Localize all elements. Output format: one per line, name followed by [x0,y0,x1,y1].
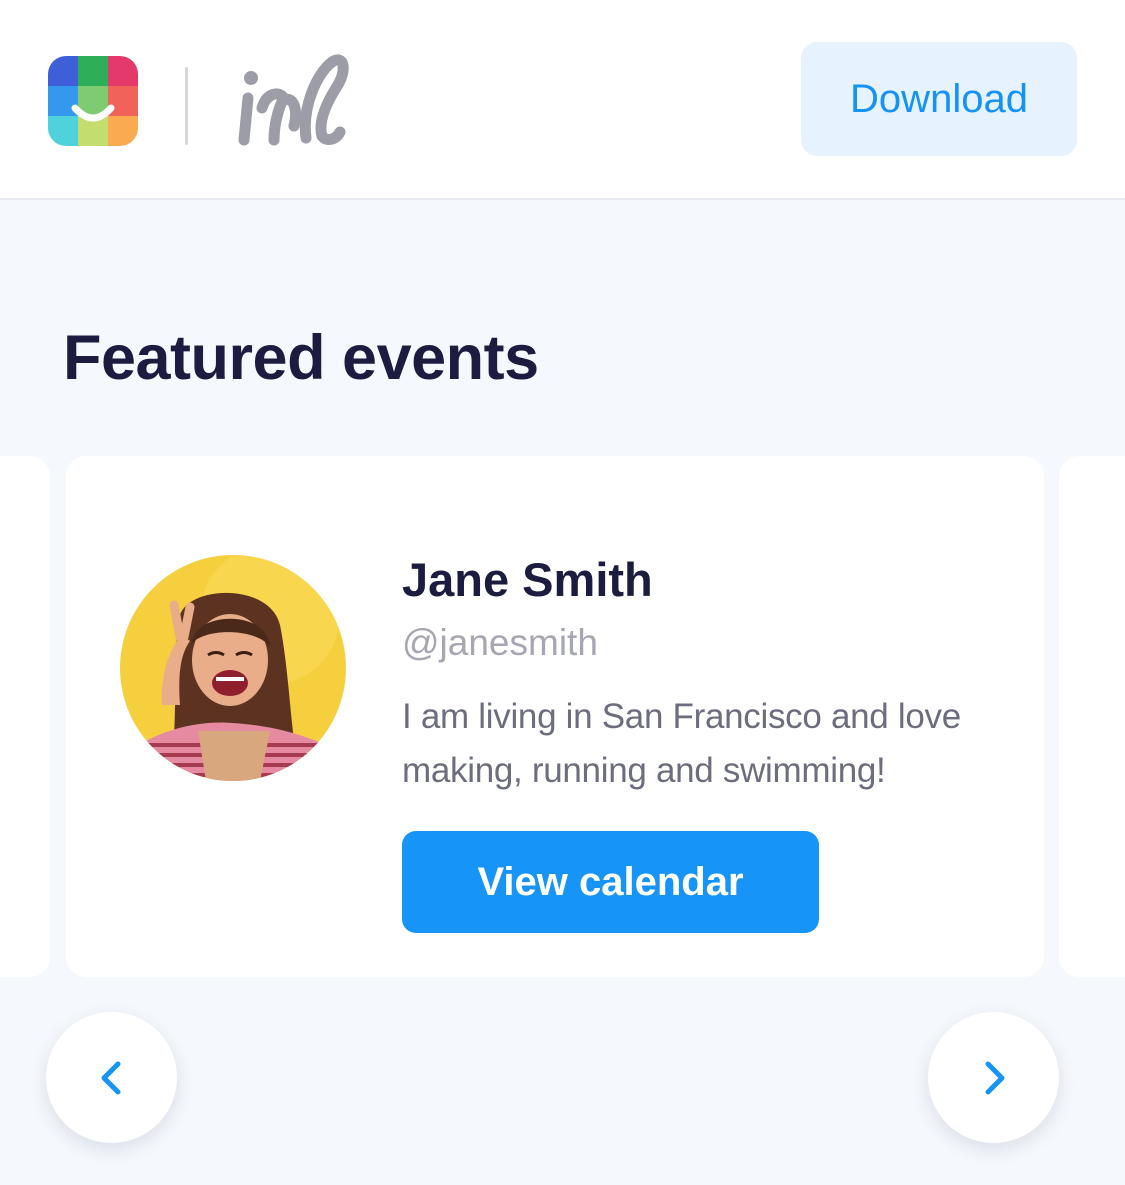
top-bar: Download [0,0,1125,200]
previous-slide-button[interactable] [46,1012,177,1143]
profile-name: Jane Smith [402,553,653,606]
irl-wordmark-icon [232,48,352,153]
next-event-card[interactable] [1059,456,1125,977]
logo-divider [185,67,188,145]
app-logo-icon[interactable] [48,56,138,146]
chevron-left-icon [101,1061,120,1094]
section-title: Featured events [63,323,539,393]
view-calendar-button[interactable]: View calendar [402,831,819,933]
profile-avatar[interactable] [120,555,346,781]
previous-event-card[interactable] [0,456,50,977]
next-slide-button[interactable] [928,1012,1059,1143]
chevron-right-icon [985,1061,1004,1094]
profile-bio: I am living in San Francisco and love ma… [402,697,961,790]
download-button[interactable]: Download [801,42,1077,156]
profile-handle: @janesmith [402,622,598,663]
